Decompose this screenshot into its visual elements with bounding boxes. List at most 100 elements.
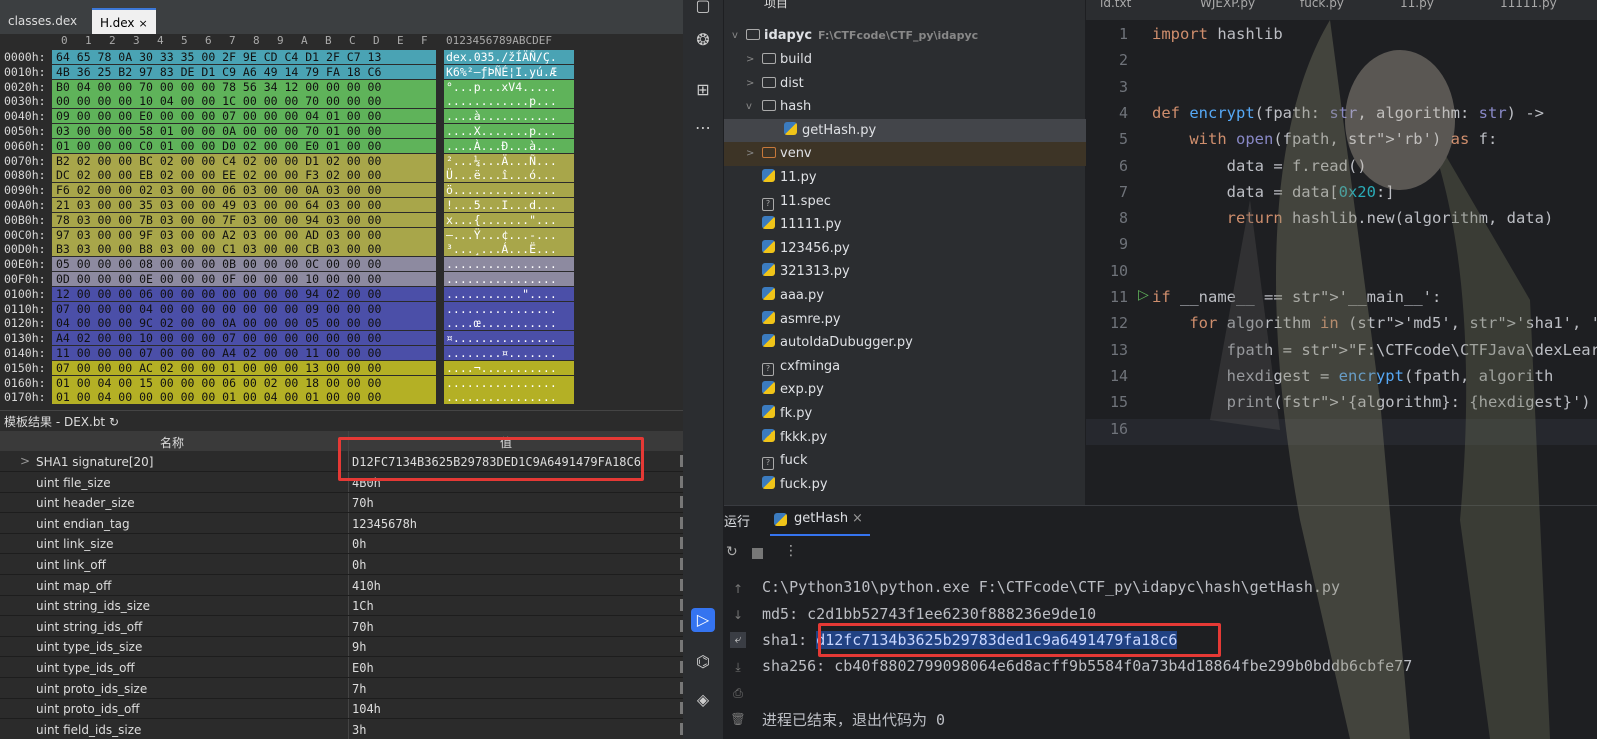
tree-item[interactable]: > build xyxy=(724,48,1086,72)
hex-ascii[interactable]: ....à........... xyxy=(444,109,574,124)
hex-bytes[interactable]: B2 02 00 00 BC 02 00 00 C4 02 00 00 D1 0… xyxy=(52,153,436,168)
line-number[interactable]: 5 xyxy=(1086,130,1128,148)
template-row[interactable]: uint header_size 70h xyxy=(0,492,683,514)
tree-item[interactable]: 11.py xyxy=(724,166,1086,190)
template-row[interactable]: uint string_ids_size 1Ch xyxy=(0,595,683,617)
chevron-down-icon[interactable]: v xyxy=(732,24,738,48)
editor-tab[interactable]: WJEXP.py xyxy=(1200,0,1255,10)
hex-ascii[interactable]: ³...¸...Á...Ë... xyxy=(444,242,574,257)
hex-bytes[interactable]: 01 00 00 00 C0 01 00 00 D0 02 00 00 E0 0… xyxy=(52,138,436,153)
hex-ascii[interactable]: ....X.......p... xyxy=(444,124,574,138)
line-number[interactable]: 14 xyxy=(1086,367,1128,385)
hex-bytes[interactable]: A4 02 00 00 10 00 00 00 07 00 00 00 00 0… xyxy=(52,331,436,346)
project-title[interactable]: 项目 xyxy=(764,0,788,10)
stop-icon[interactable] xyxy=(752,548,763,559)
hex-ascii[interactable]: ¤............... xyxy=(444,331,574,346)
line-number[interactable]: 16 xyxy=(1086,420,1128,438)
refresh-icon[interactable]: ↻ xyxy=(109,415,119,429)
template-row[interactable]: uint string_ids_off 70h xyxy=(0,616,683,637)
tree-item[interactable]: autoIdaDubugger.py xyxy=(724,331,1086,355)
tree-item[interactable]: > dist xyxy=(724,72,1086,96)
hex-ascii[interactable]: ...........".... xyxy=(444,286,574,301)
folder-icon[interactable]: ▢ xyxy=(691,0,715,18)
scroll-end-icon[interactable]: ⤓ xyxy=(730,660,746,676)
tree-item[interactable]: ? cxfminga xyxy=(724,355,1086,379)
tree-item[interactable]: getHash.py xyxy=(724,118,1086,143)
tree-item[interactable]: exp.py xyxy=(724,378,1086,402)
hex-bytes[interactable]: 4B 36 25 B2 97 83 DE D1 C9 A6 49 14 79 F… xyxy=(52,64,436,79)
hex-bytes[interactable]: 05 00 00 00 08 00 00 00 0B 00 00 00 0C 0… xyxy=(52,257,436,272)
line-number[interactable]: 13 xyxy=(1086,341,1128,359)
hex-ascii[interactable]: ....¬........... xyxy=(444,360,574,375)
tree-item[interactable]: asmre.py xyxy=(724,308,1086,332)
line-number[interactable]: 15 xyxy=(1086,393,1128,411)
arrow-up-icon[interactable]: ↑ xyxy=(730,582,746,598)
hex-ascii[interactable]: ................ xyxy=(444,301,574,316)
chevron-right-icon[interactable]: > xyxy=(20,454,30,468)
code-line[interactable]: for algorithm in (str">'md5', str">'sha1… xyxy=(1152,314,1597,332)
tree-item[interactable]: 123456.py xyxy=(724,237,1086,261)
tree-item[interactable]: 11111.py xyxy=(724,213,1086,237)
hex-ascii[interactable]: ................ xyxy=(444,272,574,286)
tree-item[interactable]: > venv xyxy=(724,142,1086,167)
template-row[interactable]: uint file_size 4B0h xyxy=(0,472,683,493)
hex-ascii[interactable]: ............p... xyxy=(444,94,574,109)
hex-bytes[interactable]: DC 02 00 00 EB 02 00 00 EE 02 00 00 F3 0… xyxy=(52,168,436,183)
hex-bytes[interactable]: B3 03 00 00 B8 03 00 00 C1 03 00 00 CB 0… xyxy=(52,242,436,257)
hex-bytes[interactable]: 01 00 04 00 00 00 00 00 01 00 04 00 01 0… xyxy=(52,390,436,404)
line-number[interactable]: 6 xyxy=(1086,157,1128,175)
hex-ascii[interactable]: K6%²—ƒÞÑÉ¦I.yú.Æ xyxy=(444,64,574,79)
code-line[interactable]: data = data[0x20:] xyxy=(1152,183,1395,201)
template-row[interactable]: uint link_off 0h xyxy=(0,554,683,575)
hex-bytes[interactable]: B0 04 00 00 70 00 00 00 78 56 34 12 00 0… xyxy=(52,79,436,94)
hex-bytes[interactable]: 00 00 00 00 10 04 00 00 1C 00 00 00 70 0… xyxy=(52,94,436,109)
line-number[interactable]: 7 xyxy=(1086,183,1128,201)
hex-ascii[interactable]: ²...¼...Ä...Ñ... xyxy=(444,153,574,168)
trash-icon[interactable]: 🗑 xyxy=(730,712,746,728)
template-row[interactable]: uint link_size 0h xyxy=(0,533,683,555)
python-console-icon[interactable]: ⌬ xyxy=(691,650,715,674)
chevron-down-icon[interactable]: v xyxy=(746,95,752,119)
console-output[interactable]: C:\Python310\python.exe F:\CTFcode\CTF_p… xyxy=(762,568,1597,739)
line-number[interactable]: 2 xyxy=(1086,51,1128,69)
chevron-right-icon[interactable]: > xyxy=(746,48,754,72)
hex-bytes[interactable]: 97 03 00 00 9F 03 00 00 A2 03 00 00 AD 0… xyxy=(52,227,436,242)
rerun-icon[interactable]: ↻ xyxy=(726,544,738,560)
line-number[interactable]: 9 xyxy=(1086,235,1128,253)
print-icon[interactable]: ⎙ xyxy=(730,686,746,702)
column-name[interactable]: 名称 xyxy=(160,434,184,451)
tree-item[interactable]: aaa.py xyxy=(724,284,1086,308)
hex-bytes[interactable]: F6 02 00 00 02 03 00 00 06 03 00 00 0A 0… xyxy=(52,183,436,198)
line-number[interactable]: 8 xyxy=(1086,209,1128,227)
hex-ascii[interactable]: ö............... xyxy=(444,183,574,198)
hex-bytes[interactable]: 78 03 00 00 7B 03 00 00 7F 03 00 00 94 0… xyxy=(52,212,436,227)
run-icon[interactable]: ▷ xyxy=(691,608,715,632)
tree-item[interactable]: fuck.py xyxy=(724,473,1086,497)
hex-ascii[interactable]: !...5...I...d... xyxy=(444,198,574,212)
hex-bytes[interactable]: 11 00 00 00 07 00 00 00 A4 02 00 00 11 0… xyxy=(52,346,436,360)
hex-ascii[interactable]: x...{......."... xyxy=(444,212,574,227)
column-value[interactable]: 值 xyxy=(500,434,512,451)
tree-item[interactable]: fkkk.py xyxy=(724,426,1086,450)
soft-wrap-icon[interactable]: ⤶ xyxy=(730,632,746,648)
template-row[interactable]: uint type_ids_size 9h xyxy=(0,636,683,658)
editor-tab[interactable]: ld.txt xyxy=(1100,0,1131,10)
code-editor[interactable]: ld.txt WJEXP.py fuck.py 11.py 11111.py 1 impo… xyxy=(1086,0,1597,505)
hex-bytes[interactable]: 09 00 00 00 E0 00 00 00 07 00 00 00 04 0… xyxy=(52,109,436,124)
hex-bytes[interactable]: 03 00 00 00 58 01 00 00 0A 00 00 00 70 0… xyxy=(52,124,436,138)
hex-ascii[interactable]: —...Ÿ...¢...-... xyxy=(444,227,574,242)
run-gutter-icon[interactable]: ▷ xyxy=(1138,287,1149,303)
line-number[interactable]: 10 xyxy=(1086,262,1128,280)
code-line[interactable]: hexdigest = encrypt(fpath, algorith xyxy=(1152,367,1554,385)
tree-root[interactable]: v idapyc F:\CTFcode\CTF_py\idapyc xyxy=(724,24,1086,48)
line-number[interactable]: 3 xyxy=(1086,78,1128,96)
editor-tab[interactable]: 11.py xyxy=(1400,0,1434,10)
tree-item[interactable]: 321313.py xyxy=(724,260,1086,284)
hex-ascii[interactable]: dex.035./žÍÄÑ/Ç. xyxy=(444,50,574,64)
tab-h-dex[interactable]: H.dex × xyxy=(92,8,156,34)
hex-bytes[interactable]: 0D 00 00 00 0E 00 00 00 0F 00 00 00 10 0… xyxy=(52,272,436,286)
chevron-right-icon[interactable]: > xyxy=(746,142,754,166)
line-number[interactable]: 1 xyxy=(1086,25,1128,43)
hex-ascii[interactable]: Ü...ë...î...ó... xyxy=(444,168,574,183)
hex-grid[interactable]: 0000h: 64 65 78 0A 30 33 35 00 2F 9E CD C… xyxy=(0,48,683,404)
